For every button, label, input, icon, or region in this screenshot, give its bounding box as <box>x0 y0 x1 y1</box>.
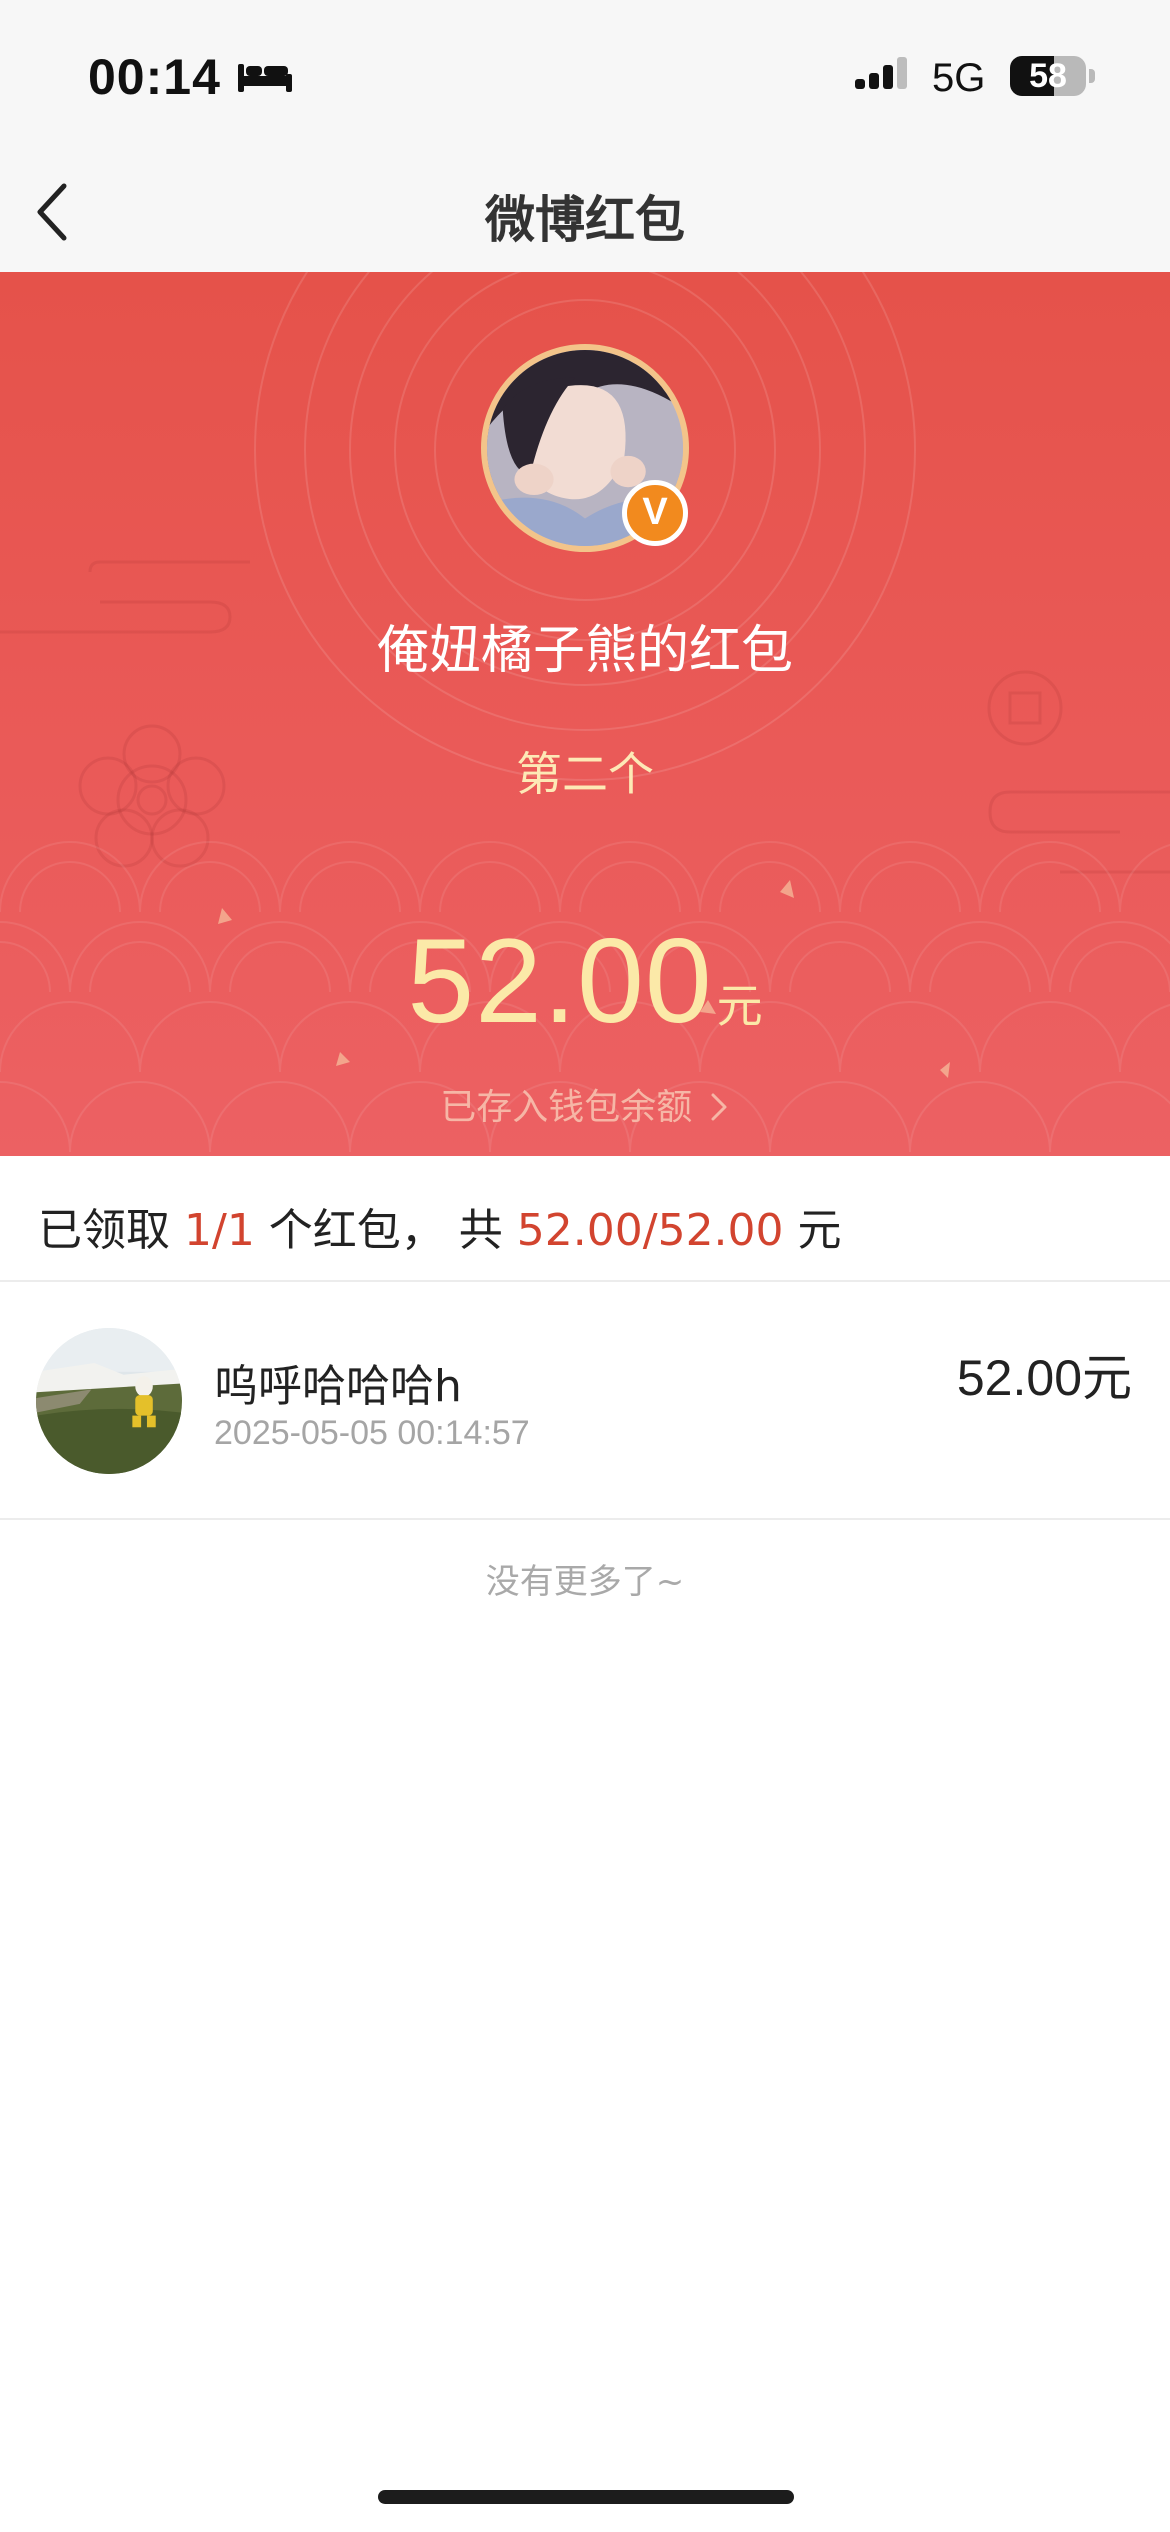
verified-badge: V <box>622 480 688 546</box>
summary-prefix: 已领取 <box>38 1205 184 1256</box>
summary-middle: 个红包， 共 <box>254 1205 517 1256</box>
summary-total-amount: 52.00/52.00 <box>516 1205 784 1256</box>
recipient-name: 呜呼哈哈哈h <box>214 1361 462 1412</box>
screen: 00:14 5G 58 微博红包 V 俺妞橘子熊的红包 第二个 52.00元 已… <box>0 0 1170 2532</box>
summary-received-count: 1/1 <box>184 1205 255 1256</box>
battery-icon: 58 <box>1010 56 1086 96</box>
battery-cap <box>1089 69 1095 83</box>
wallet-link-label: 已存入钱包余额 <box>440 1087 693 1128</box>
recipient-amount: 52.00元 <box>957 1338 1132 1410</box>
chevron-right-icon <box>711 1093 727 1121</box>
amount-value: 52.00 <box>407 914 713 1048</box>
home-indicator[interactable] <box>378 2490 794 2504</box>
nav-bar: 微博红包 <box>0 150 1170 272</box>
packet-subtitle: 第二个 <box>516 747 654 801</box>
summary-text: 已领取 1/1 个红包， 共 52.00/52.00 元 <box>38 1194 842 1258</box>
bed-icon <box>238 64 292 92</box>
amount-unit: 元 <box>716 979 763 1033</box>
recipient-amount-unit: 元 <box>1082 1349 1132 1407</box>
recipient-time: 2025-05-05 00:14:57 <box>214 1414 530 1452</box>
status-time: 00:14 <box>88 49 221 105</box>
wallet-balance-link[interactable]: 已存入钱包余额 <box>0 1078 1170 1130</box>
battery-percent: 58 <box>1029 57 1067 95</box>
network-type: 5G <box>932 56 986 100</box>
list-item[interactable]: 呜呼哈哈哈h 2025-05-05 00:14:57 52.00元 <box>0 1282 1170 1520</box>
recipient-avatar-image <box>36 1328 182 1474</box>
status-bar: 00:14 5G 58 <box>0 0 1170 150</box>
sender-title: 俺妞橘子熊的红包 <box>376 621 793 681</box>
page-title: 微博红包 <box>485 191 685 249</box>
signal-icon <box>855 57 907 89</box>
recipient-amount-value: 52.00 <box>956 1350 1082 1406</box>
list-end-note: 没有更多了~ <box>485 1562 685 1602</box>
summary-row: 已领取 1/1 个红包， 共 52.00/52.00 元 <box>0 1156 1170 1282</box>
received-amount: 52.00元 <box>0 912 1170 1050</box>
recipient-avatar[interactable] <box>36 1328 182 1474</box>
summary-suffix: 元 <box>783 1205 842 1256</box>
red-packet-header: V 俺妞橘子熊的红包 第二个 52.00元 已存入钱包余额 <box>0 272 1170 1156</box>
